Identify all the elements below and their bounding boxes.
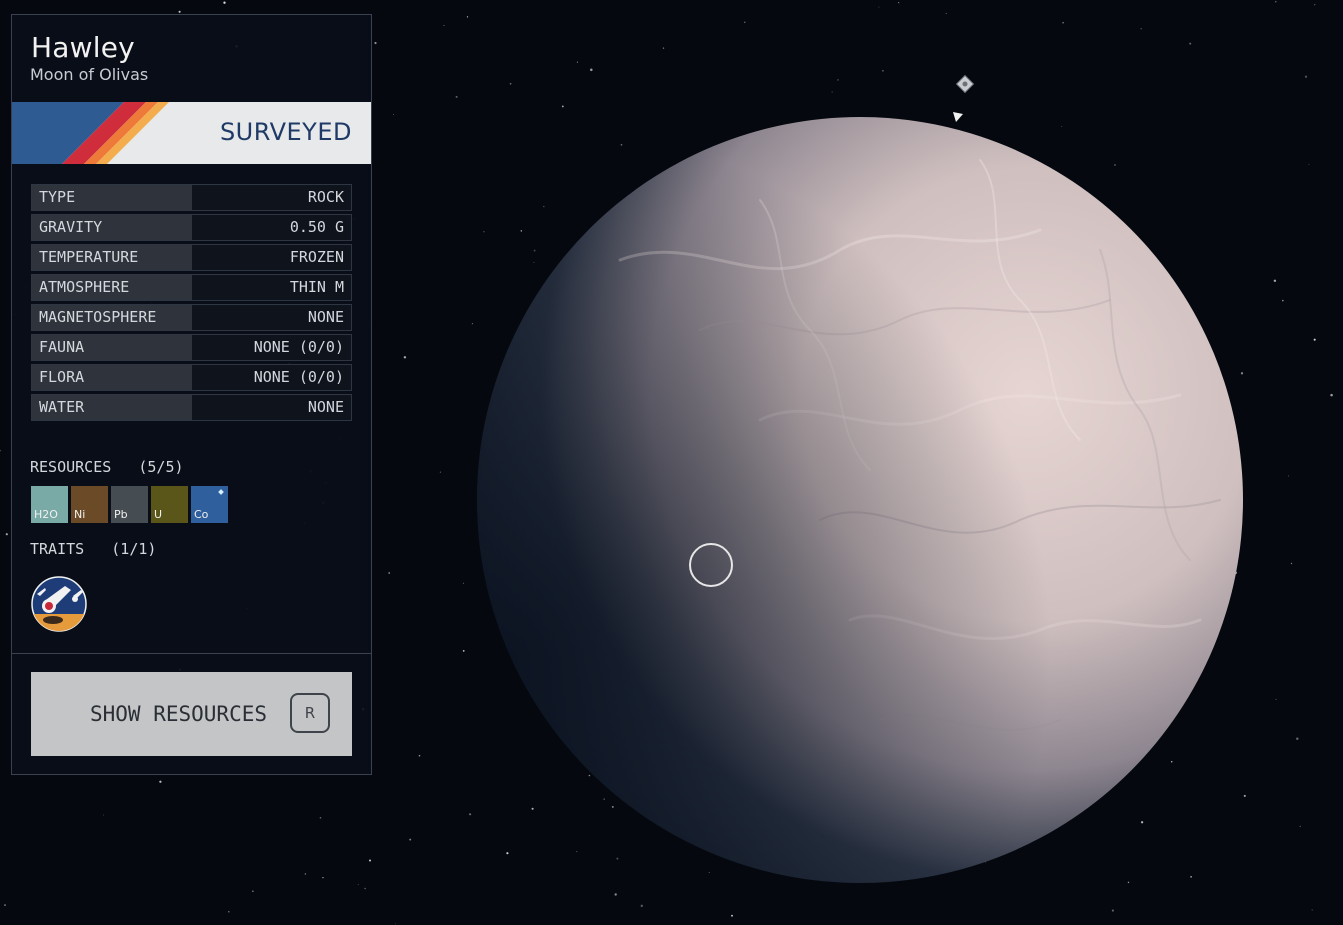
- resource-tile-pb[interactable]: Pb: [111, 486, 148, 523]
- stat-label: TEMPERATURE: [32, 245, 192, 270]
- resource-symbol: Ni: [74, 508, 86, 521]
- panel-divider: [12, 653, 371, 654]
- resource-tile-h2o[interactable]: H2O: [31, 486, 68, 523]
- resource-highlight-icon: [218, 489, 224, 495]
- stat-value: NONE (0/0): [253, 338, 344, 356]
- stat-label: ATMOSPHERE: [32, 275, 192, 300]
- stat-label: WATER: [32, 395, 192, 420]
- stat-row-temperature: TEMPERATURE FROZEN: [31, 244, 352, 271]
- planet-stats-table: TYPE ROCK GRAVITY 0.50 G TEMPERATURE FROZEN AT…: [31, 184, 352, 424]
- stat-value: FROZEN: [289, 248, 344, 266]
- stat-value: NONE (0/0): [253, 368, 344, 386]
- resource-symbol: U: [154, 508, 163, 521]
- stat-row-flora: FLORA NONE (0/0): [31, 364, 352, 391]
- stat-value: 0.50 G: [289, 218, 344, 236]
- landing-target-ring[interactable]: [689, 543, 733, 587]
- keybind-r-hint: R: [290, 693, 330, 733]
- banner-stripes-icon: [12, 102, 169, 164]
- resource-list: H2O Ni Pb U Co: [31, 486, 228, 523]
- stat-row-gravity: GRAVITY 0.50 G: [31, 214, 352, 241]
- traits-heading: TRAITS (1/1): [30, 540, 157, 558]
- stat-row-type: TYPE ROCK: [31, 184, 352, 211]
- resource-tile-u[interactable]: U: [151, 486, 188, 523]
- resources-heading: RESOURCES (5/5): [30, 458, 184, 476]
- planet-info-panel: Hawley Moon of Olivas SURVEYED TYPE ROCK G…: [11, 14, 372, 775]
- meteor-trait-icon[interactable]: [31, 576, 87, 632]
- stat-label: FLORA: [32, 365, 192, 390]
- survey-status-label: SURVEYED: [219, 118, 352, 146]
- resource-symbol: H2O: [34, 508, 58, 521]
- stat-label: TYPE: [32, 185, 192, 210]
- resource-tile-co[interactable]: Co: [191, 486, 228, 523]
- stat-value: ROCK: [307, 188, 344, 206]
- resource-symbol: Pb: [114, 508, 128, 521]
- survey-status-banner: SURVEYED: [12, 102, 371, 164]
- stat-row-water: WATER NONE: [31, 394, 352, 421]
- stat-value: NONE: [307, 308, 344, 326]
- stat-row-magnetosphere: MAGNETOSPHERE NONE: [31, 304, 352, 331]
- show-resources-button[interactable]: SHOW RESOURCES R: [31, 672, 352, 756]
- stat-label: GRAVITY: [32, 215, 192, 240]
- stat-value: NONE: [307, 398, 344, 416]
- stat-row-atmosphere: ATMOSPHERE THIN M: [31, 274, 352, 301]
- planet-subtitle: Moon of Olivas: [30, 65, 149, 84]
- planet-name: Hawley: [31, 31, 135, 64]
- poi-diamond-icon[interactable]: [955, 74, 975, 94]
- pointer-arrow-icon: [953, 112, 963, 122]
- resource-symbol: Co: [194, 508, 209, 521]
- stat-value: THIN M: [289, 278, 344, 296]
- stat-label: FAUNA: [32, 335, 192, 360]
- stat-label: MAGNETOSPHERE: [32, 305, 192, 330]
- show-resources-label: SHOW RESOURCES: [90, 702, 268, 726]
- stat-row-fauna: FAUNA NONE (0/0): [31, 334, 352, 361]
- resource-tile-ni[interactable]: Ni: [71, 486, 108, 523]
